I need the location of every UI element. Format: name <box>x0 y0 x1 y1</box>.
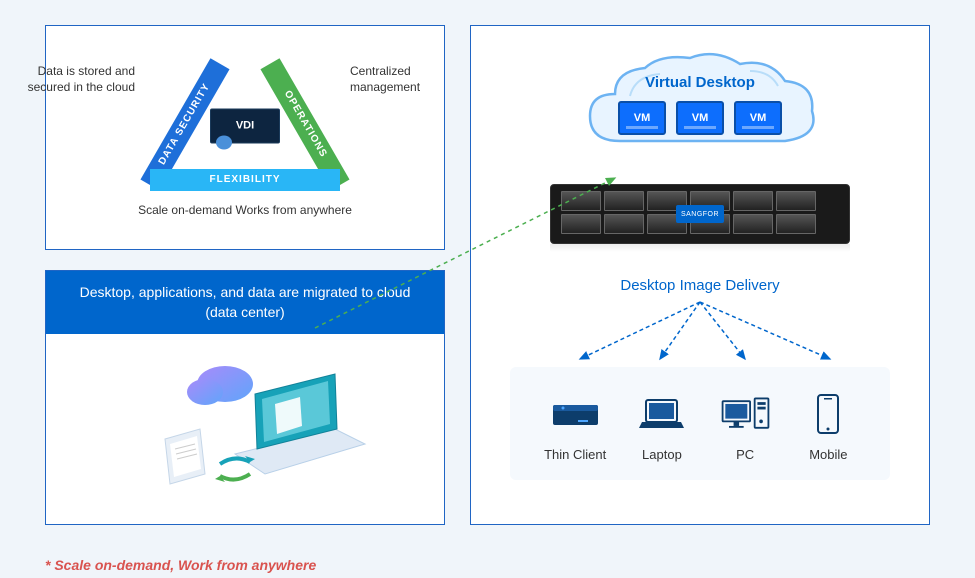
virtual-desktop-cloud: Virtual Desktop VM VM VM <box>560 46 840 176</box>
client-thin-client: Thin Client <box>544 392 606 462</box>
client-label: Laptop <box>642 447 682 462</box>
client-mobile: Mobile <box>801 392 856 462</box>
footnote: * Scale on-demand, Work from anywhere <box>45 557 445 573</box>
label-data-security: Data is stored and secured in the cloud <box>20 64 135 95</box>
vdi-label: VDI <box>236 120 254 132</box>
client-pc: PC <box>718 392 773 462</box>
migration-header: Desktop, applications, and data are migr… <box>46 271 444 334</box>
infrastructure-panel: Virtual Desktop VM VM VM SANGFOR De <box>470 25 930 525</box>
migration-illustration-icon <box>105 344 385 504</box>
pc-icon <box>718 392 773 437</box>
delivery-arrows-icon <box>530 297 870 367</box>
client-label: PC <box>736 447 754 462</box>
vm-box: VM <box>734 101 782 135</box>
mobile-icon <box>801 392 856 437</box>
label-operations: Centralized management <box>350 64 465 95</box>
triangle-diagram: Data is stored and secured in the cloud … <box>135 46 355 191</box>
vdi-box-icon: VDI <box>210 108 280 143</box>
client-label: Mobile <box>809 447 847 462</box>
client-label: Thin Client <box>544 447 606 462</box>
migration-panel: Desktop, applications, and data are migr… <box>45 270 445 525</box>
clients-box: Thin Client Laptop <box>510 367 890 480</box>
side-flexibility: FLEXIBILITY <box>150 169 340 191</box>
server-icon: SANGFOR <box>550 184 850 244</box>
thin-client-icon <box>548 392 603 437</box>
vdi-triangle-panel: Data is stored and secured in the cloud … <box>45 25 445 250</box>
label-flexibility: Scale on-demand Works from anywhere <box>138 203 352 217</box>
cloud-title: Virtual Desktop <box>560 74 840 91</box>
server-rack: SANGFOR <box>550 184 850 254</box>
laptop-icon <box>634 392 689 437</box>
delivery-title: Desktop Image Delivery <box>620 277 779 294</box>
vm-box: VM <box>618 101 666 135</box>
server-brand: SANGFOR <box>676 205 724 223</box>
vm-box: VM <box>676 101 724 135</box>
client-laptop: Laptop <box>634 392 689 462</box>
